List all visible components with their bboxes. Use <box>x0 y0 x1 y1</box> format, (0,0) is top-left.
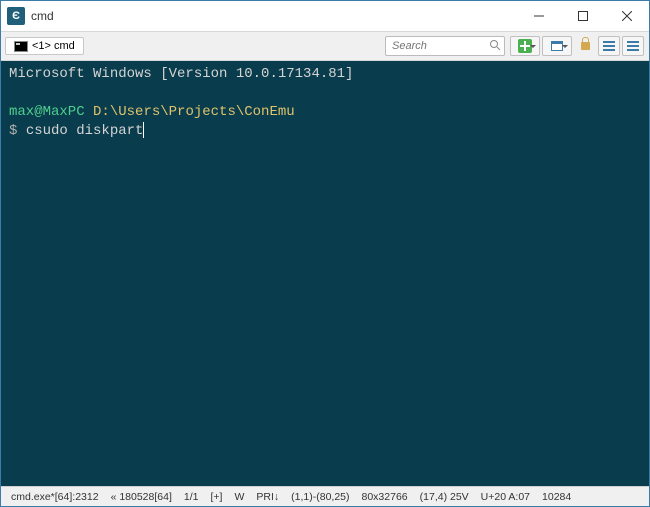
console-icon <box>14 41 28 52</box>
status-size: 80x32766 <box>356 491 414 503</box>
terminal[interactable]: Microsoft Windows [Version 10.0.17134.81… <box>1 61 649 486</box>
status-caps: [+] <box>204 491 228 503</box>
tab-label: <1> cmd <box>32 40 75 52</box>
command-text: csudo diskpart <box>26 123 144 139</box>
window-menu-button[interactable] <box>542 36 572 56</box>
status-pri: PRI↓ <box>250 491 285 503</box>
lock-button[interactable] <box>574 36 596 56</box>
status-wrap: W <box>228 491 250 503</box>
statusbar: cmd.exe*[64]:2312 « 180528[64] 1/1 [+] W… <box>1 486 649 506</box>
search-input[interactable] <box>385 36 505 56</box>
path-segment: D:\Users\Projects\ConEmu <box>93 104 295 120</box>
menu-button[interactable] <box>622 36 644 56</box>
lock-icon <box>581 42 590 50</box>
version-line: Microsoft Windows [Version 10.0.17134.81… <box>9 65 641 84</box>
prompt-symbol: $ <box>9 123 26 139</box>
status-cursor: (17,4) 25V <box>414 491 475 503</box>
list-icon <box>603 41 615 51</box>
maximize-button[interactable] <box>561 1 605 31</box>
hamburger-icon <box>627 41 639 51</box>
window-title: cmd <box>31 9 517 23</box>
app-icon: Є <box>7 7 25 25</box>
cursor <box>143 122 144 138</box>
search-wrapper <box>385 36 505 56</box>
status-process: cmd.exe*[64]:2312 <box>5 491 105 503</box>
search-icon <box>489 39 501 51</box>
status-enc: U+20 A:07 <box>475 491 536 503</box>
minimize-button[interactable] <box>517 1 561 31</box>
user-segment: max@MaxPC <box>9 104 85 120</box>
window-controls <box>517 1 649 31</box>
window-icon <box>551 41 563 51</box>
list-button[interactable] <box>598 36 620 56</box>
titlebar: Є cmd <box>1 1 649 31</box>
status-pid: 10284 <box>536 491 577 503</box>
close-button[interactable] <box>605 1 649 31</box>
prompt-path-line: max@MaxPC D:\Users\Projects\ConEmu <box>9 103 641 122</box>
new-console-button[interactable] <box>510 36 540 56</box>
status-sel: (1,1)-(80,25) <box>285 491 355 503</box>
status-page: 1/1 <box>178 491 205 503</box>
blank-line <box>9 84 641 103</box>
command-line: $ csudo diskpart <box>9 122 641 141</box>
toolbar: <1> cmd <box>1 31 649 61</box>
plus-icon <box>518 39 532 53</box>
status-build: « 180528[64] <box>105 491 178 503</box>
tab-cmd[interactable]: <1> cmd <box>5 37 84 55</box>
